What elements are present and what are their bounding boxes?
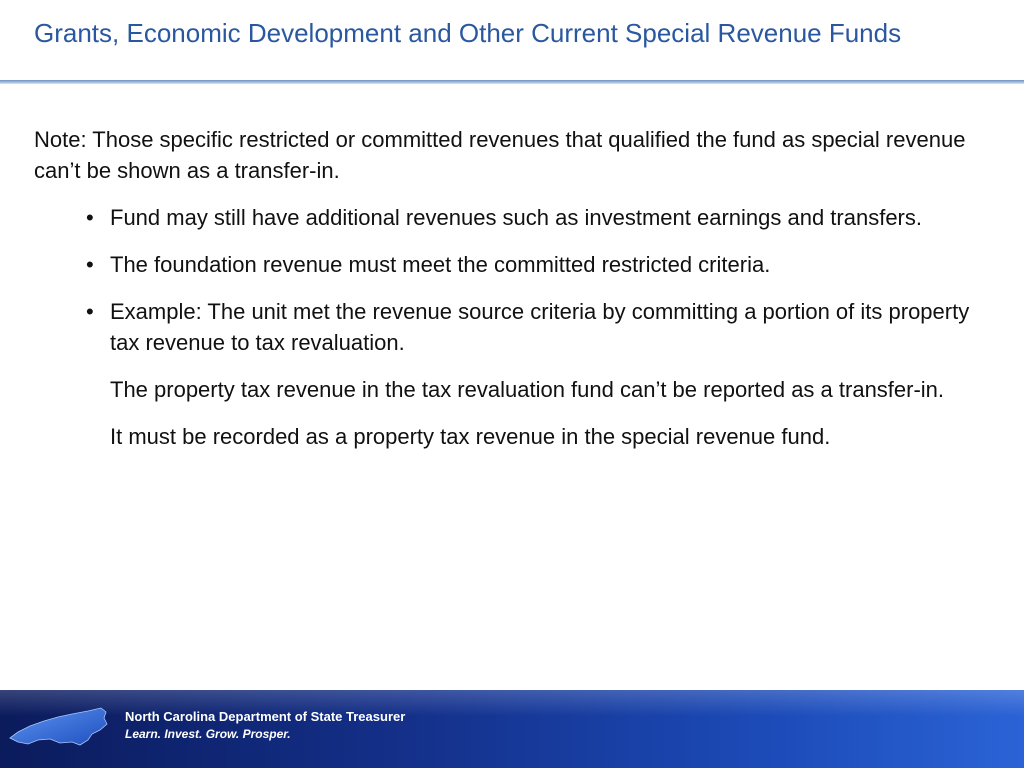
bullet-item: • The foundation revenue must meet the c… (34, 249, 974, 280)
bullet-glyph: • (86, 252, 94, 277)
bullet-list: • Fund may still have additional revenue… (34, 202, 974, 358)
footer-tagline: Learn. Invest. Grow. Prosper. (125, 727, 291, 741)
bullet-text: Example: The unit met the revenue source… (110, 299, 970, 355)
bullet-item: • Example: The unit met the revenue sour… (34, 296, 974, 358)
north-carolina-map-icon (9, 707, 108, 746)
slide-title: Grants, Economic Development and Other C… (34, 18, 902, 48)
slide-body: Note: Those specific restricted or commi… (34, 124, 974, 468)
footer-banner: North Carolina Department of State Treas… (0, 690, 1024, 768)
bullet-text: Fund may still have additional revenues … (110, 205, 922, 230)
bullet-text: The foundation revenue must meet the com… (110, 252, 771, 277)
continuation-paragraph: It must be recorded as a property tax re… (110, 424, 831, 449)
footer-organization-name: North Carolina Department of State Treas… (125, 709, 406, 724)
bullet-glyph: • (86, 299, 94, 324)
continuation-paragraph: The property tax revenue in the tax reva… (110, 377, 945, 402)
bullet-item: • Fund may still have additional revenue… (34, 202, 974, 233)
note-text: Note: Those specific restricted or commi… (34, 127, 966, 183)
bullet-glyph: • (86, 205, 94, 230)
title-divider (0, 80, 1024, 84)
